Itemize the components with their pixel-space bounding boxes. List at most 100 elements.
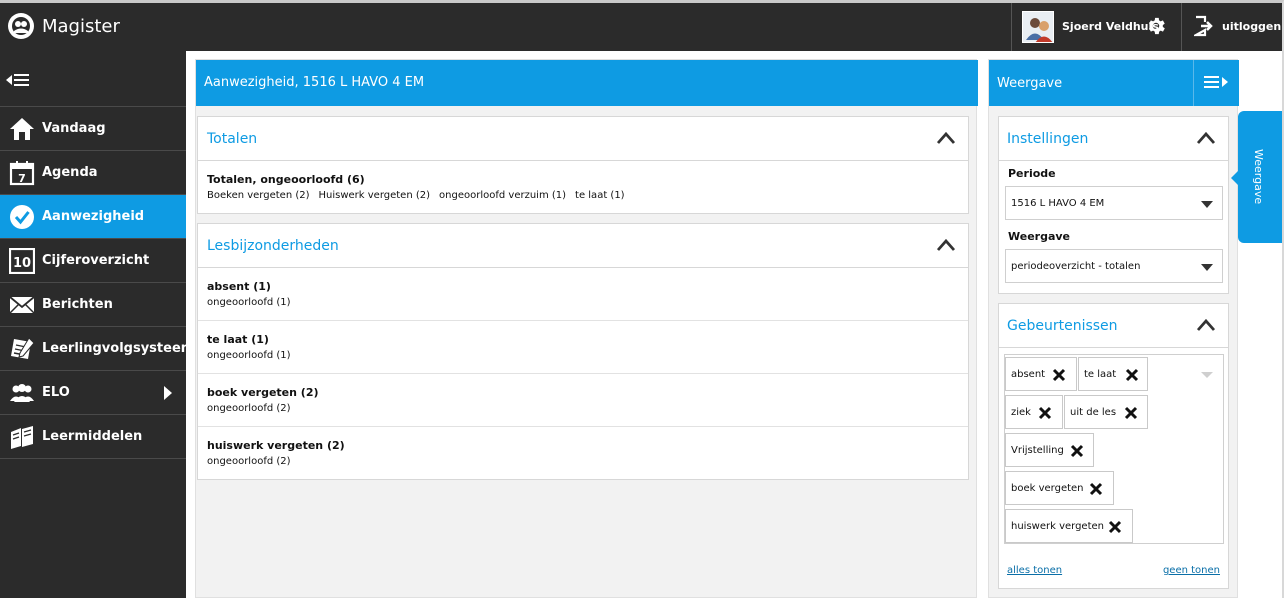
settings-card-header[interactable]: Instellingen bbox=[999, 117, 1228, 161]
magister-logo-icon[interactable] bbox=[8, 13, 34, 39]
grade-10-icon: 10 bbox=[8, 247, 36, 275]
list-item: te laat (1) ongeoorloofd (1) bbox=[198, 321, 968, 374]
events-multiselect[interactable]: absent te laat ziek uit de les Vrijstell… bbox=[1004, 354, 1224, 544]
remove-tag-icon[interactable] bbox=[1089, 482, 1103, 496]
envelope-icon bbox=[9, 292, 35, 318]
list-item-sub: ongeoorloofd (2) bbox=[207, 403, 291, 414]
sidebar-item-label: Berichten bbox=[42, 297, 113, 312]
logout-icon bbox=[1191, 15, 1214, 41]
sidebar-item-aanwezigheid[interactable]: Aanwezigheid bbox=[0, 195, 186, 239]
show-all-link[interactable]: alles tonen bbox=[1007, 565, 1062, 576]
events-card-header[interactable]: Gebeurtenissen bbox=[999, 304, 1228, 348]
totals-items: Boeken vergeten (2) Huiswerk vergeten (2)… bbox=[207, 190, 634, 201]
list-item: boek vergeten (2) ongeoorloofd (2) bbox=[198, 374, 968, 427]
show-none-link[interactable]: geen tonen bbox=[1163, 565, 1220, 576]
logout-button[interactable]: uitloggen bbox=[1181, 3, 1282, 51]
collapse-panel-button[interactable] bbox=[1193, 60, 1239, 106]
user-menu[interactable]: Sjoerd Veldhuis bbox=[1011, 3, 1181, 51]
collapse-right-icon bbox=[1204, 76, 1228, 88]
view-panel: Weergave Instellingen Periode 1516 L HAV… bbox=[988, 59, 1239, 598]
event-tag: huiswerk vergeten bbox=[1005, 509, 1133, 543]
totals-heading: Totalen, ongeoorloofd (6) bbox=[207, 173, 365, 186]
sidebar-item-agenda[interactable]: 7 Agenda bbox=[0, 151, 186, 195]
totals-row: Totalen, ongeoorloofd (6) Boeken vergete… bbox=[198, 161, 968, 214]
weergave-value: periodeoverzicht - totalen bbox=[1011, 261, 1141, 272]
sidebar-item-leermiddelen[interactable]: Leermiddelen bbox=[0, 415, 186, 459]
chevron-right-icon bbox=[164, 386, 172, 400]
event-tag: ziek bbox=[1005, 395, 1063, 429]
notes-icon bbox=[9, 336, 35, 362]
chevron-up-icon[interactable] bbox=[1196, 318, 1216, 332]
page-title: Aanwezigheid, 1516 L HAVO 4 EM bbox=[204, 75, 425, 90]
books-icon bbox=[9, 424, 35, 450]
sidebar-item-label: Leerlingvolgsysteem bbox=[42, 341, 195, 356]
settings-card: Instellingen Periode 1516 L HAVO 4 EM We… bbox=[998, 116, 1229, 294]
sidebar-item-leerlingvolgsysteem[interactable]: Leerlingvolgsysteem bbox=[0, 327, 194, 371]
chevron-down-icon bbox=[1201, 264, 1213, 271]
event-tag-label: ziek bbox=[1011, 407, 1031, 418]
menu-toggle-button[interactable] bbox=[0, 51, 186, 107]
chevron-up-icon[interactable] bbox=[936, 238, 956, 252]
top-bar: Magister Sjoerd Veldhuis uitloggen bbox=[0, 3, 1282, 51]
events-card: Gebeurtenissen absent te laat ziek uit d… bbox=[998, 303, 1229, 589]
totals-title: Totalen bbox=[207, 131, 258, 147]
main-panel: Aanwezigheid, 1516 L HAVO 4 EM Totalen T… bbox=[195, 59, 978, 598]
events-title: Gebeurtenissen bbox=[1007, 318, 1118, 334]
event-tag: uit de les bbox=[1064, 395, 1148, 429]
settings-title: Instellingen bbox=[1007, 131, 1089, 147]
list-item-title: te laat (1) bbox=[207, 333, 269, 346]
event-tag: Vrijstelling bbox=[1005, 433, 1094, 467]
periode-select[interactable]: 1516 L HAVO 4 EM bbox=[1005, 186, 1223, 220]
sidebar-item-label: Agenda bbox=[42, 165, 98, 180]
remove-tag-icon[interactable] bbox=[1108, 520, 1122, 534]
side-tab-pointer bbox=[1231, 171, 1238, 185]
sidebar-item-cijferoverzicht[interactable]: 10 Cijferoverzicht bbox=[0, 239, 186, 283]
list-item-sub: ongeoorloofd (2) bbox=[207, 456, 291, 467]
sidebar-item-label: Aanwezigheid bbox=[42, 209, 145, 224]
chevron-down-icon bbox=[1201, 201, 1213, 208]
app-title: Magister bbox=[42, 16, 120, 37]
event-tag: te laat bbox=[1078, 357, 1148, 391]
calendar-icon: 7 bbox=[9, 160, 35, 186]
event-tag-label: absent bbox=[1011, 369, 1046, 380]
remove-tag-icon[interactable] bbox=[1038, 406, 1052, 420]
event-tag: boek vergeten bbox=[1005, 471, 1114, 505]
periode-label: Periode bbox=[1008, 167, 1056, 180]
list-item-title: absent (1) bbox=[207, 280, 271, 293]
logout-label: uitloggen bbox=[1222, 20, 1282, 33]
main-header: Aanwezigheid, 1516 L HAVO 4 EM bbox=[196, 60, 978, 106]
avatar[interactable] bbox=[1022, 11, 1054, 43]
svg-text:7: 7 bbox=[18, 172, 26, 185]
chevron-down-icon[interactable] bbox=[1201, 372, 1213, 378]
totals-item: ongeoorloofd verzuim (1) bbox=[439, 190, 567, 201]
event-tag: absent bbox=[1005, 357, 1077, 391]
list-item-title: huiswerk vergeten (2) bbox=[207, 439, 345, 452]
list-item-sub: ongeoorloofd (1) bbox=[207, 297, 291, 308]
list-item: huiswerk vergeten (2) ongeoorloofd (2) bbox=[198, 427, 968, 480]
event-tag-label: te laat bbox=[1084, 369, 1117, 380]
weergave-side-tab[interactable]: Weergave bbox=[1231, 111, 1282, 243]
gear-icon[interactable] bbox=[1145, 15, 1167, 41]
totals-item: Huiswerk vergeten (2) bbox=[318, 190, 431, 201]
totals-card-header[interactable]: Totalen bbox=[198, 117, 968, 161]
sidebar-item-elo[interactable]: ELO bbox=[0, 371, 186, 415]
view-panel-header: Weergave bbox=[989, 60, 1239, 106]
sidebar-item-vandaag[interactable]: Vandaag bbox=[0, 107, 186, 151]
event-tag-label: Vrijstelling bbox=[1011, 445, 1064, 456]
list-item: absent (1) ongeoorloofd (1) bbox=[198, 268, 968, 321]
sidebar: Vandaag 7 Agenda Aanwezigheid 10 Cijfero… bbox=[0, 51, 194, 598]
sidebar-nav: Vandaag 7 Agenda Aanwezigheid 10 Cijfero… bbox=[0, 107, 194, 459]
details-card-header[interactable]: Lesbijzonderheden bbox=[198, 224, 968, 268]
home-icon bbox=[9, 116, 35, 142]
remove-tag-icon[interactable] bbox=[1125, 368, 1139, 382]
remove-tag-icon[interactable] bbox=[1070, 444, 1084, 458]
chevron-up-icon[interactable] bbox=[936, 131, 956, 145]
chevron-up-icon[interactable] bbox=[1196, 131, 1216, 145]
remove-tag-icon[interactable] bbox=[1052, 368, 1066, 382]
weergave-select[interactable]: periodeoverzicht - totalen bbox=[1005, 249, 1223, 283]
remove-tag-icon[interactable] bbox=[1124, 406, 1138, 420]
weergave-label: Weergave bbox=[1008, 230, 1071, 243]
view-panel-title: Weergave bbox=[997, 76, 1063, 91]
periode-value: 1516 L HAVO 4 EM bbox=[1011, 198, 1105, 209]
sidebar-item-berichten[interactable]: Berichten bbox=[0, 283, 186, 327]
